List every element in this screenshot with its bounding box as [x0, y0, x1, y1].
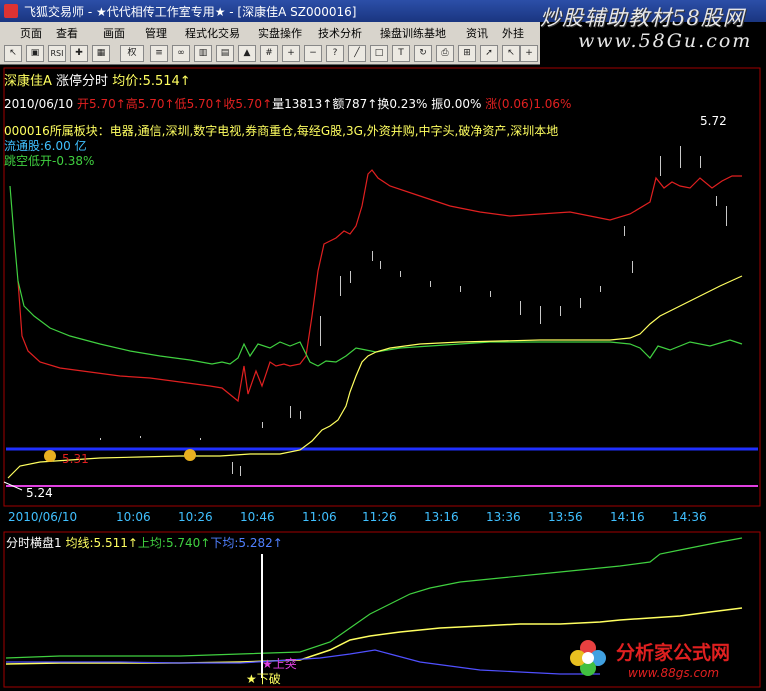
rect-icon[interactable]: □ — [370, 45, 388, 62]
lower-lower-avg: 下均:5.282↑ — [210, 536, 283, 550]
lower-indicator-name: 分时横盘1 — [6, 536, 62, 550]
app-icon — [4, 4, 18, 18]
avg-price: 均价:5.514↑ — [112, 74, 191, 89]
stock-name: 深康佳A — [4, 74, 52, 89]
amount-value: 额787↑ — [332, 97, 378, 111]
time-label: 14:16 — [610, 510, 645, 524]
lower-blue-line — [6, 649, 600, 675]
time-label: 2010/06/10 — [8, 510, 78, 524]
header-line2: 2010/06/10 开5.70↑高5.70↑低5.70↑收5.70↑量1381… — [4, 95, 571, 112]
menu-item-program-trade[interactable]: 程式化交易 — [185, 25, 240, 41]
change-value: 涨(0.06)1.06% — [485, 97, 572, 111]
menu-item-training[interactable]: 操盘训练基地 — [380, 25, 446, 41]
refresh-icon[interactable]: ↻ — [414, 45, 432, 62]
high-price-label: 5.72 — [700, 114, 727, 128]
help-icon[interactable]: ? — [326, 45, 344, 62]
rsi-button[interactable]: RSI — [48, 45, 66, 62]
menu-bar: 页面 查看 画面 管理 程式化交易 实盘操作 技术分析 操盘训练基地 资讯 外挂 — [0, 22, 540, 43]
time-label: 10:26 — [178, 510, 213, 524]
menu-item-manage[interactable]: 管理 — [145, 25, 167, 41]
logo-text: 分析家公式网 — [616, 642, 731, 664]
flower-icon — [570, 640, 606, 676]
time-label: 13:16 — [424, 510, 459, 524]
site-logo: 分析家公式网 www.88gs.com — [568, 636, 764, 686]
smiley-icon[interactable] — [44, 450, 56, 462]
indicator-name: 涨停分时 — [56, 74, 109, 89]
calc-icon[interactable]: # — [260, 45, 278, 62]
menu-item-page[interactable]: 页面 — [20, 25, 42, 41]
lower-avg: 均线:5.511↑ — [65, 536, 138, 550]
watermark-url: www.58Gu.com — [578, 30, 753, 52]
amplitude-value: 振0.00% — [431, 97, 482, 111]
volume-dots — [100, 146, 727, 476]
table-icon[interactable]: ▤ — [216, 45, 234, 62]
volume-value: 量13813↑ — [272, 97, 333, 111]
low-price-label: 5.24 — [26, 486, 53, 500]
close-value: 收5.70↑ — [223, 97, 273, 111]
open-value: 开5.70↑ — [77, 97, 126, 111]
chart-icon[interactable]: ▥ — [194, 45, 212, 62]
zoom-out-icon[interactable]: − — [304, 45, 322, 62]
menu-item-live-trade[interactable]: 实盘操作 — [258, 25, 302, 41]
signal-break-label: ★下破 — [246, 672, 281, 686]
arrow-icon[interactable]: ➚ — [480, 45, 498, 62]
window-title: 飞狐交易师 - ★代代相传工作室专用★ - [深康佳A SZ000016] — [24, 5, 357, 19]
crosshair-icon[interactable]: + — [520, 45, 538, 62]
fib-icon[interactable]: ⊞ — [458, 45, 476, 62]
price-label-531: 5.31 — [62, 452, 89, 466]
mountain-icon[interactable]: ▲ — [238, 45, 256, 62]
time-label: 11:06 — [302, 510, 337, 524]
low-value: 低5.70↑ — [174, 97, 224, 111]
turnover-value: 换0.23% — [377, 97, 428, 111]
print-icon[interactable]: ⎙ — [436, 45, 454, 62]
time-label: 14:36 — [672, 510, 707, 524]
intraday-chart[interactable] — [0, 66, 766, 691]
menu-item-tech-analysis[interactable]: 技术分析 — [318, 25, 362, 41]
time-label: 13:56 — [548, 510, 583, 524]
time-label: 10:46 — [240, 510, 275, 524]
menu-item-plugin[interactable]: 外挂 — [502, 25, 524, 41]
binoculars-icon[interactable]: ∞ — [172, 45, 190, 62]
time-label: 11:26 — [362, 510, 397, 524]
time-label: 13:36 — [486, 510, 521, 524]
date-label: 2010/06/10 — [4, 97, 74, 111]
sector-list: 000016所属板块：电器,通信,深圳,数字电视,券商重仓,每经G股,3G,外资… — [4, 124, 559, 138]
rights-dropdown[interactable]: 权 — [120, 45, 144, 62]
lower-indicator-header: 分时横盘1 均线:5.511↑上均:5.740↑下均:5.282↑ — [6, 534, 283, 551]
logo-url: www.88gs.com — [628, 666, 720, 680]
line-icon[interactable]: ╱ — [348, 45, 366, 62]
menu-item-info[interactable]: 资讯 — [466, 25, 488, 41]
menu-item-view[interactable]: 查看 — [56, 25, 78, 41]
watermark-text: 炒股辅助教材58股网 — [540, 6, 745, 30]
pointer-icon[interactable]: ↖ — [4, 45, 22, 62]
red-price-line — [17, 169, 742, 403]
signal-up-label: ★上突 — [262, 657, 297, 671]
header-line1: 深康佳A 涨停分时 均价:5.514↑ — [4, 70, 191, 89]
gap-label: 跳空低开-0.38% — [4, 154, 95, 168]
toolbar: ↖ ▣ RSI ✚ ▦ 权 ≡ ∞ ▥ ▤ ▲ # + − ? ╱ □ T ↻ … — [0, 42, 540, 65]
lock-icon[interactable]: ▣ — [26, 45, 44, 62]
plus-icon[interactable]: ✚ — [70, 45, 88, 62]
zoom-in-icon[interactable]: + — [282, 45, 300, 62]
grid-icon[interactable]: ▦ — [92, 45, 110, 62]
text-icon[interactable]: T — [392, 45, 410, 62]
menu-item-screen[interactable]: 画面 — [103, 25, 125, 41]
high-value: 高5.70↑ — [125, 97, 175, 111]
cursor-icon[interactable]: ↖ — [502, 45, 520, 62]
smiley-icon[interactable] — [184, 449, 196, 461]
time-label: 10:06 — [116, 510, 151, 524]
lower-upper-avg: 上均:5.740↑ — [137, 536, 211, 550]
stack-icon[interactable]: ≡ — [150, 45, 168, 62]
